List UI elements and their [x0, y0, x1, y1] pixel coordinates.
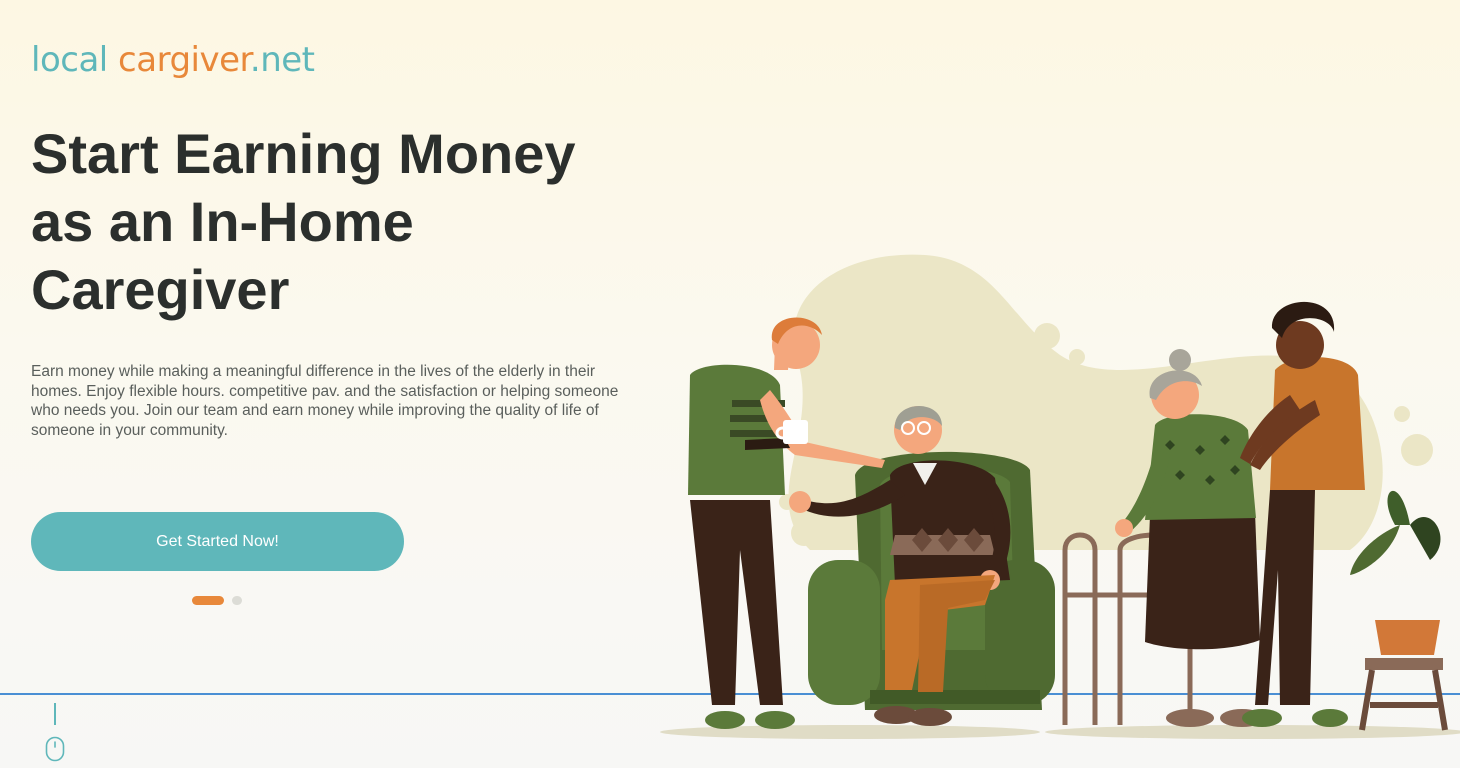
- hero-headline: Start Earning Money as an In-Home Caregi…: [31, 122, 576, 321]
- hero-description: Earn money while making a meaningful dif…: [31, 363, 619, 439]
- mouse-scroll-icon[interactable]: [45, 736, 65, 762]
- site-logo[interactable]: local cargiver.net: [31, 40, 315, 80]
- get-started-button[interactable]: Get Started Now!: [31, 512, 404, 571]
- decor-circle: [791, 520, 817, 546]
- carousel-dot[interactable]: [232, 596, 242, 605]
- logo-word-net: .net: [249, 40, 315, 80]
- decor-circle: [1394, 406, 1410, 422]
- caregivers-illustration: [660, 254, 1460, 739]
- logo-word-cargiver: cargiver: [118, 40, 250, 80]
- carousel-dot-active[interactable]: [192, 596, 224, 605]
- floor-shadow: [1045, 725, 1460, 739]
- scroll-indicator-line: [54, 703, 56, 725]
- decor-circle: [1401, 434, 1433, 466]
- decor-circle: [1034, 323, 1060, 349]
- logo-word-local: local: [31, 40, 108, 80]
- decor-circle: [1069, 349, 1085, 365]
